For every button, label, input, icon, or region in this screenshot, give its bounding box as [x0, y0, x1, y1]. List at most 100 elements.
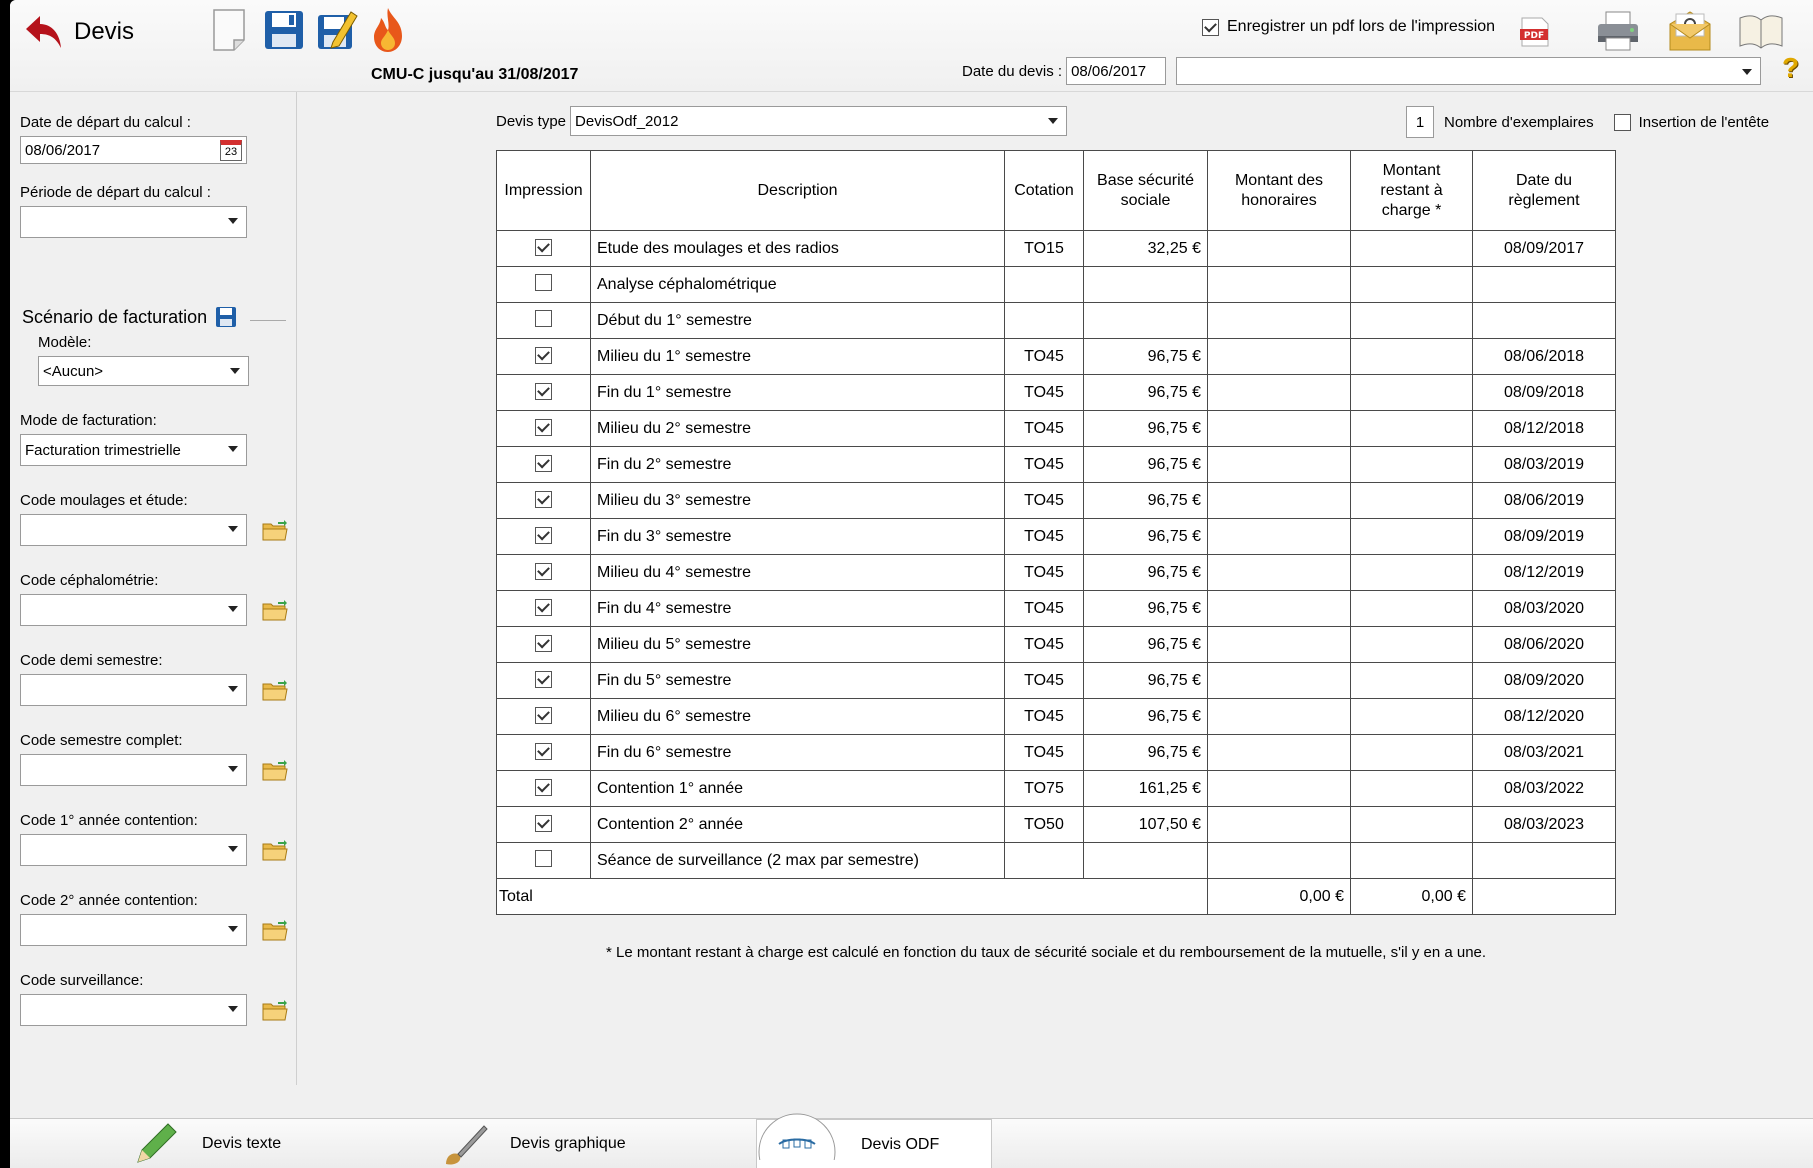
book-icon[interactable] [1736, 6, 1786, 54]
cotation-cell[interactable]: TO45 [1004, 410, 1084, 447]
date-cell[interactable]: 08/06/2019 [1472, 482, 1616, 519]
cotation-cell[interactable]: TO45 [1004, 734, 1084, 771]
cotation-cell[interactable]: TO45 [1004, 590, 1084, 627]
honoraires-cell[interactable] [1207, 410, 1351, 447]
date-cell[interactable] [1472, 302, 1616, 339]
honoraires-cell[interactable] [1207, 518, 1351, 555]
code-select[interactable] [20, 754, 247, 786]
cotation-cell[interactable] [1004, 302, 1084, 339]
date-cell[interactable]: 08/03/2020 [1472, 590, 1616, 627]
tab-devis-odf[interactable]: Devis ODF [756, 1113, 992, 1168]
date-cell[interactable]: 08/09/2019 [1472, 518, 1616, 555]
date-cell[interactable]: 08/12/2020 [1472, 698, 1616, 735]
date-depart-input[interactable]: 08/06/2017 23 [20, 136, 247, 164]
honoraires-cell[interactable] [1207, 590, 1351, 627]
pdf-icon[interactable]: PDF [1518, 16, 1552, 48]
honoraires-cell[interactable] [1207, 302, 1351, 339]
exemplaires-input[interactable]: 1 [1406, 106, 1434, 138]
date-cell[interactable]: 08/09/2020 [1472, 662, 1616, 699]
cotation-cell[interactable]: TO45 [1004, 626, 1084, 663]
impression-checkbox[interactable] [535, 273, 552, 291]
mode-select[interactable]: Facturation trimestrielle [20, 434, 247, 466]
honoraires-cell[interactable] [1207, 626, 1351, 663]
impression-checkbox[interactable] [535, 491, 552, 508]
impression-checkbox[interactable] [535, 383, 552, 400]
calendar-icon[interactable]: 23 [220, 140, 242, 161]
impression-checkbox[interactable] [535, 743, 552, 760]
cotation-cell[interactable]: TO45 [1004, 698, 1084, 735]
impression-checkbox[interactable] [535, 671, 552, 688]
back-button[interactable]: Devis [24, 10, 134, 54]
folder-icon[interactable] [262, 920, 288, 942]
impression-checkbox[interactable] [535, 239, 552, 256]
folder-icon[interactable] [262, 840, 288, 862]
email-icon[interactable] [1666, 6, 1714, 54]
date-cell[interactable]: 08/03/2021 [1472, 734, 1616, 771]
impression-checkbox[interactable] [535, 815, 552, 832]
modele-select[interactable]: <Aucun> [38, 356, 249, 386]
honoraires-cell[interactable] [1207, 266, 1351, 303]
pdf-option[interactable]: Enregistrer un pdf lors de l'impression [1202, 18, 1495, 36]
printer-icon[interactable] [1594, 6, 1642, 54]
save-edit-icon[interactable] [315, 6, 359, 54]
honoraires-cell[interactable] [1207, 662, 1351, 699]
cotation-cell[interactable]: TO45 [1004, 374, 1084, 411]
honoraires-cell[interactable] [1207, 734, 1351, 771]
code-select[interactable] [20, 594, 247, 626]
impression-checkbox[interactable] [535, 527, 552, 544]
save-icon[interactable] [262, 6, 306, 54]
date-cell[interactable]: 08/09/2018 [1472, 374, 1616, 411]
impression-checkbox[interactable] [535, 599, 552, 616]
impression-checkbox[interactable] [535, 779, 552, 796]
date-devis-input[interactable]: 08/06/2017 [1066, 57, 1167, 85]
pdf-checkbox[interactable] [1202, 18, 1219, 36]
periode-select[interactable] [20, 206, 247, 238]
honoraires-cell[interactable] [1207, 770, 1351, 807]
date-cell[interactable]: 08/06/2020 [1472, 626, 1616, 663]
folder-icon[interactable] [262, 600, 288, 622]
tab-devis-graphique[interactable]: Devis graphique [440, 1119, 680, 1168]
code-select[interactable] [20, 514, 247, 546]
code-select[interactable] [20, 994, 247, 1026]
date-cell[interactable]: 08/12/2019 [1472, 554, 1616, 591]
date-cell[interactable] [1472, 266, 1616, 303]
code-select[interactable] [20, 834, 247, 866]
impression-checkbox[interactable] [535, 707, 552, 724]
date-cell[interactable]: 08/06/2018 [1472, 338, 1616, 375]
impression-checkbox[interactable] [535, 419, 552, 436]
impression-checkbox[interactable] [535, 563, 552, 580]
date-cell[interactable]: 08/12/2018 [1472, 410, 1616, 447]
scenario-save-icon[interactable] [215, 306, 237, 328]
code-select[interactable] [20, 914, 247, 946]
honoraires-cell[interactable] [1207, 842, 1351, 879]
honoraires-cell[interactable] [1207, 446, 1351, 483]
honoraires-cell[interactable] [1207, 554, 1351, 591]
folder-icon[interactable] [262, 760, 288, 782]
date-cell[interactable]: 08/03/2023 [1472, 806, 1616, 843]
devis-type-select[interactable]: DevisOdf_2012 [570, 106, 1068, 136]
date-cell[interactable] [1472, 842, 1616, 879]
date-cell[interactable]: 08/03/2019 [1472, 446, 1616, 483]
impression-checkbox[interactable] [535, 849, 552, 867]
cotation-cell[interactable]: TO75 [1004, 770, 1084, 807]
cotation-cell[interactable]: TO45 [1004, 338, 1084, 375]
cotation-cell[interactable] [1004, 266, 1084, 303]
fire-icon[interactable] [366, 6, 410, 54]
new-document-icon[interactable] [210, 6, 254, 54]
help-icon[interactable]: ? [1782, 52, 1799, 84]
honoraires-cell[interactable] [1207, 806, 1351, 843]
impression-checkbox[interactable] [535, 455, 552, 472]
cotation-cell[interactable]: TO45 [1004, 482, 1084, 519]
devis-select[interactable] [1176, 57, 1762, 85]
impression-checkbox[interactable] [535, 347, 552, 364]
tab-devis-texte[interactable]: Devis texte [130, 1119, 350, 1168]
cotation-cell[interactable]: TO45 [1004, 518, 1084, 555]
date-cell[interactable]: 08/03/2022 [1472, 770, 1616, 807]
date-cell[interactable]: 08/09/2017 [1472, 230, 1616, 267]
folder-icon[interactable] [262, 680, 288, 702]
cotation-cell[interactable] [1004, 842, 1084, 879]
honoraires-cell[interactable] [1207, 230, 1351, 267]
impression-checkbox[interactable] [535, 635, 552, 652]
honoraires-cell[interactable] [1207, 482, 1351, 519]
folder-icon[interactable] [262, 1000, 288, 1022]
